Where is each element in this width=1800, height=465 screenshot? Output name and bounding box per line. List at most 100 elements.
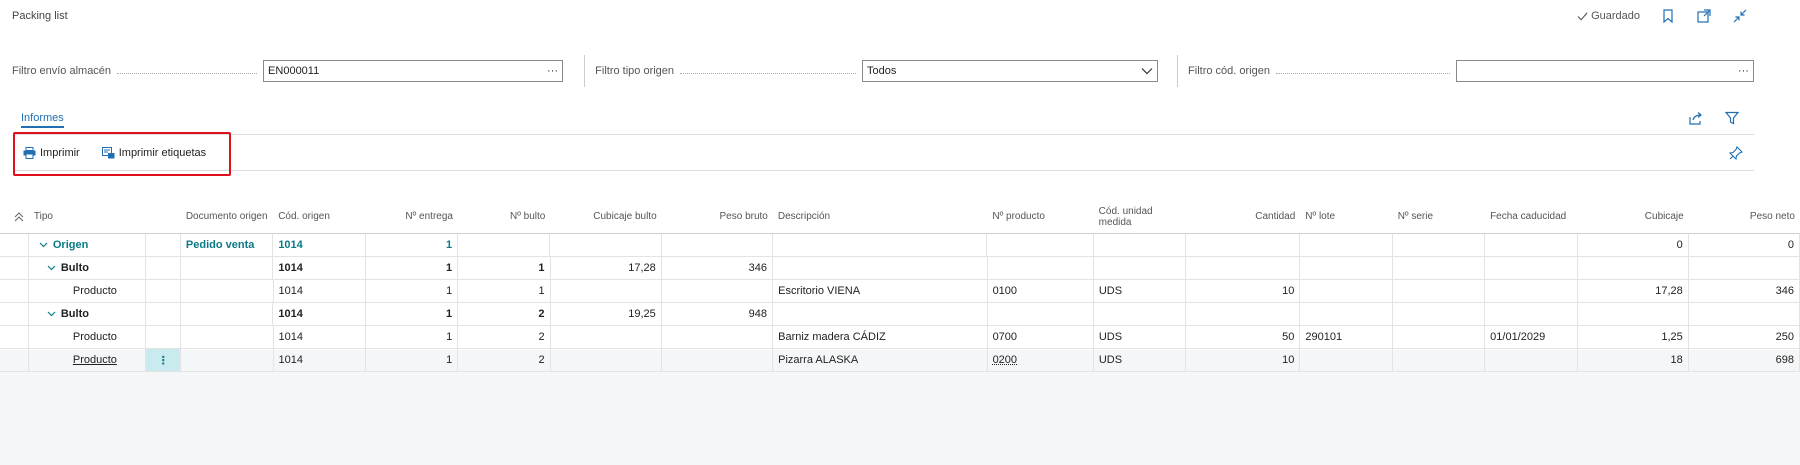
column-header[interactable]: Nº serie <box>1393 200 1485 233</box>
row-selector[interactable] <box>0 349 29 371</box>
table-row[interactable]: Producto ⋮ 1014 1 2 Pizarra ALASKA 0200 UDS 10 18… <box>0 349 1800 372</box>
column-header[interactable]: Descripción <box>773 200 988 233</box>
cell-desc: Escritorio VIENA <box>773 280 988 302</box>
row-selector[interactable] <box>0 280 29 302</box>
cell-cub-bulto <box>550 234 662 256</box>
column-header[interactable]: Fecha caducidad <box>1485 200 1577 233</box>
cell-cub-bulto: 19,25 <box>551 303 662 325</box>
chevron-down-icon[interactable] <box>39 240 53 250</box>
column-header[interactable]: Nº producto <box>987 200 1093 233</box>
cell-cantidad: 10 <box>1186 280 1301 302</box>
cell-peso-bruto <box>662 280 774 302</box>
column-header[interactable]: Peso neto <box>1689 200 1800 233</box>
cell-caducidad: 01/01/2029 <box>1485 326 1578 348</box>
cell-peso-neto <box>1689 257 1800 279</box>
filter-label: Filtro envío almacén <box>12 65 112 77</box>
row-actions-cell <box>146 303 181 325</box>
column-header[interactable]: Cód. origen <box>273 200 365 233</box>
column-header[interactable]: Cubicaje <box>1577 200 1688 233</box>
row-selector[interactable] <box>0 234 29 256</box>
tipo-label[interactable]: Producto <box>73 354 117 366</box>
cell-entrega: 1 <box>366 280 459 302</box>
cell-tipo: Producto <box>29 280 147 302</box>
bookmark-icon[interactable] <box>1660 8 1676 24</box>
cell-cubicaje: 0 <box>1578 234 1689 256</box>
page-content: Packing list Guardado Filtro envío almac… <box>0 0 1800 372</box>
filter-label: Filtro tipo origen <box>595 65 675 77</box>
cell-unidad: UDS <box>1094 326 1187 348</box>
cell-entrega: 1 <box>366 303 459 325</box>
cell-unidad <box>1094 303 1187 325</box>
cell-peso-neto: 346 <box>1689 280 1800 302</box>
row-selector[interactable] <box>0 326 29 348</box>
chevron-down-icon[interactable] <box>47 309 61 319</box>
grid-header: Tipo Documento origen Cód. origen Nº entreg… <box>0 200 1800 234</box>
cell-serie <box>1393 326 1486 348</box>
column-header[interactable]: Documento origen <box>181 200 273 233</box>
cell-cantidad <box>1186 257 1301 279</box>
column-header[interactable]: Nº lote <box>1300 200 1392 233</box>
row-actions-button[interactable]: ⋮ <box>146 349 182 371</box>
cell-desc <box>773 303 988 325</box>
cell-cod: 1014 <box>274 326 366 348</box>
cell-unidad: UDS <box>1094 280 1187 302</box>
open-new-window-icon[interactable] <box>1696 8 1712 24</box>
cell-cod: 1014 <box>274 349 366 371</box>
table-row[interactable]: Producto 1014 1 2 Barniz madera CÁDIZ 0700 UDS… <box>0 326 1800 349</box>
cell-serie <box>1393 234 1486 256</box>
column-header[interactable]: Cantidad <box>1186 200 1300 233</box>
cell-peso-bruto: 948 <box>662 303 774 325</box>
grid-body: Origen Pedido venta 1014 1 0 0 Bulto 1014 1 1 17,2… <box>0 234 1800 372</box>
table-row[interactable]: Producto 1014 1 1 Escritorio VIENA 0100 UDS 10 1… <box>0 280 1800 303</box>
pin-icon[interactable] <box>1728 145 1744 161</box>
filter-tipo-select[interactable]: Todos <box>862 60 1159 82</box>
table-row[interactable]: Bulto 1014 1 1 17,28 346 <box>0 257 1800 280</box>
column-header[interactable]: Cód. unidad medida <box>1094 200 1186 233</box>
tipo-label: Origen <box>52 239 89 251</box>
action-bar: Imprimir Imprimir etiquetas <box>13 134 1754 171</box>
lookup-dots-icon[interactable]: ··· <box>547 65 558 77</box>
cell-caducidad <box>1485 349 1578 371</box>
cell-peso-bruto <box>662 349 774 371</box>
collapse-icon[interactable] <box>1732 8 1748 24</box>
tab-informes[interactable]: Informes <box>21 112 64 128</box>
cell-serie <box>1393 257 1486 279</box>
share-icon[interactable] <box>1688 110 1704 126</box>
lookup-dots-icon[interactable]: ··· <box>1738 65 1749 77</box>
filter-icon[interactable] <box>1724 110 1740 126</box>
cell-tipo[interactable]: Origen <box>29 234 147 256</box>
filter-envio-input[interactable]: EN000011 ··· <box>263 60 564 82</box>
cell-tipo[interactable]: Bulto <box>29 303 147 325</box>
filter-cod-input[interactable]: ··· <box>1455 60 1754 82</box>
collapse-all-icon[interactable] <box>0 200 29 233</box>
row-selector[interactable] <box>0 257 29 279</box>
cell-cubicaje: 18 <box>1578 349 1689 371</box>
cell-cantidad: 10 <box>1186 349 1301 371</box>
row-actions-cell <box>146 326 182 348</box>
column-header[interactable]: Nº bulto <box>458 200 550 233</box>
row-selector[interactable] <box>0 303 29 325</box>
table-row[interactable]: Bulto 1014 1 2 19,25 948 <box>0 303 1800 326</box>
cell-lote <box>1300 257 1393 279</box>
cell-peso-bruto <box>662 326 774 348</box>
cell-serie <box>1393 303 1486 325</box>
column-header[interactable]: Cubicaje bulto <box>550 200 661 233</box>
cell-bulto <box>458 234 551 256</box>
cell-doc <box>181 349 274 371</box>
cell-peso-neto <box>1689 303 1800 325</box>
cell-tipo[interactable]: Bulto <box>29 257 147 279</box>
cell-entrega: 1 <box>366 234 459 256</box>
column-header[interactable]: Nº entrega <box>366 200 458 233</box>
table-row[interactable]: Origen Pedido venta 1014 1 0 0 <box>0 234 1800 257</box>
cell-cub-bulto: 17,28 <box>551 257 662 279</box>
cell-producto: 0200 <box>988 349 1094 371</box>
column-header[interactable]: Peso bruto <box>662 200 773 233</box>
tipo-label: Producto <box>72 331 117 343</box>
cell-cubicaje <box>1578 303 1689 325</box>
cell-peso-bruto: 346 <box>662 257 774 279</box>
list-tools <box>1688 110 1740 126</box>
column-header[interactable]: Tipo <box>29 200 181 233</box>
cell-producto <box>987 234 1094 256</box>
chevron-down-icon[interactable] <box>47 263 61 273</box>
cell-peso-neto: 0 <box>1689 234 1800 256</box>
